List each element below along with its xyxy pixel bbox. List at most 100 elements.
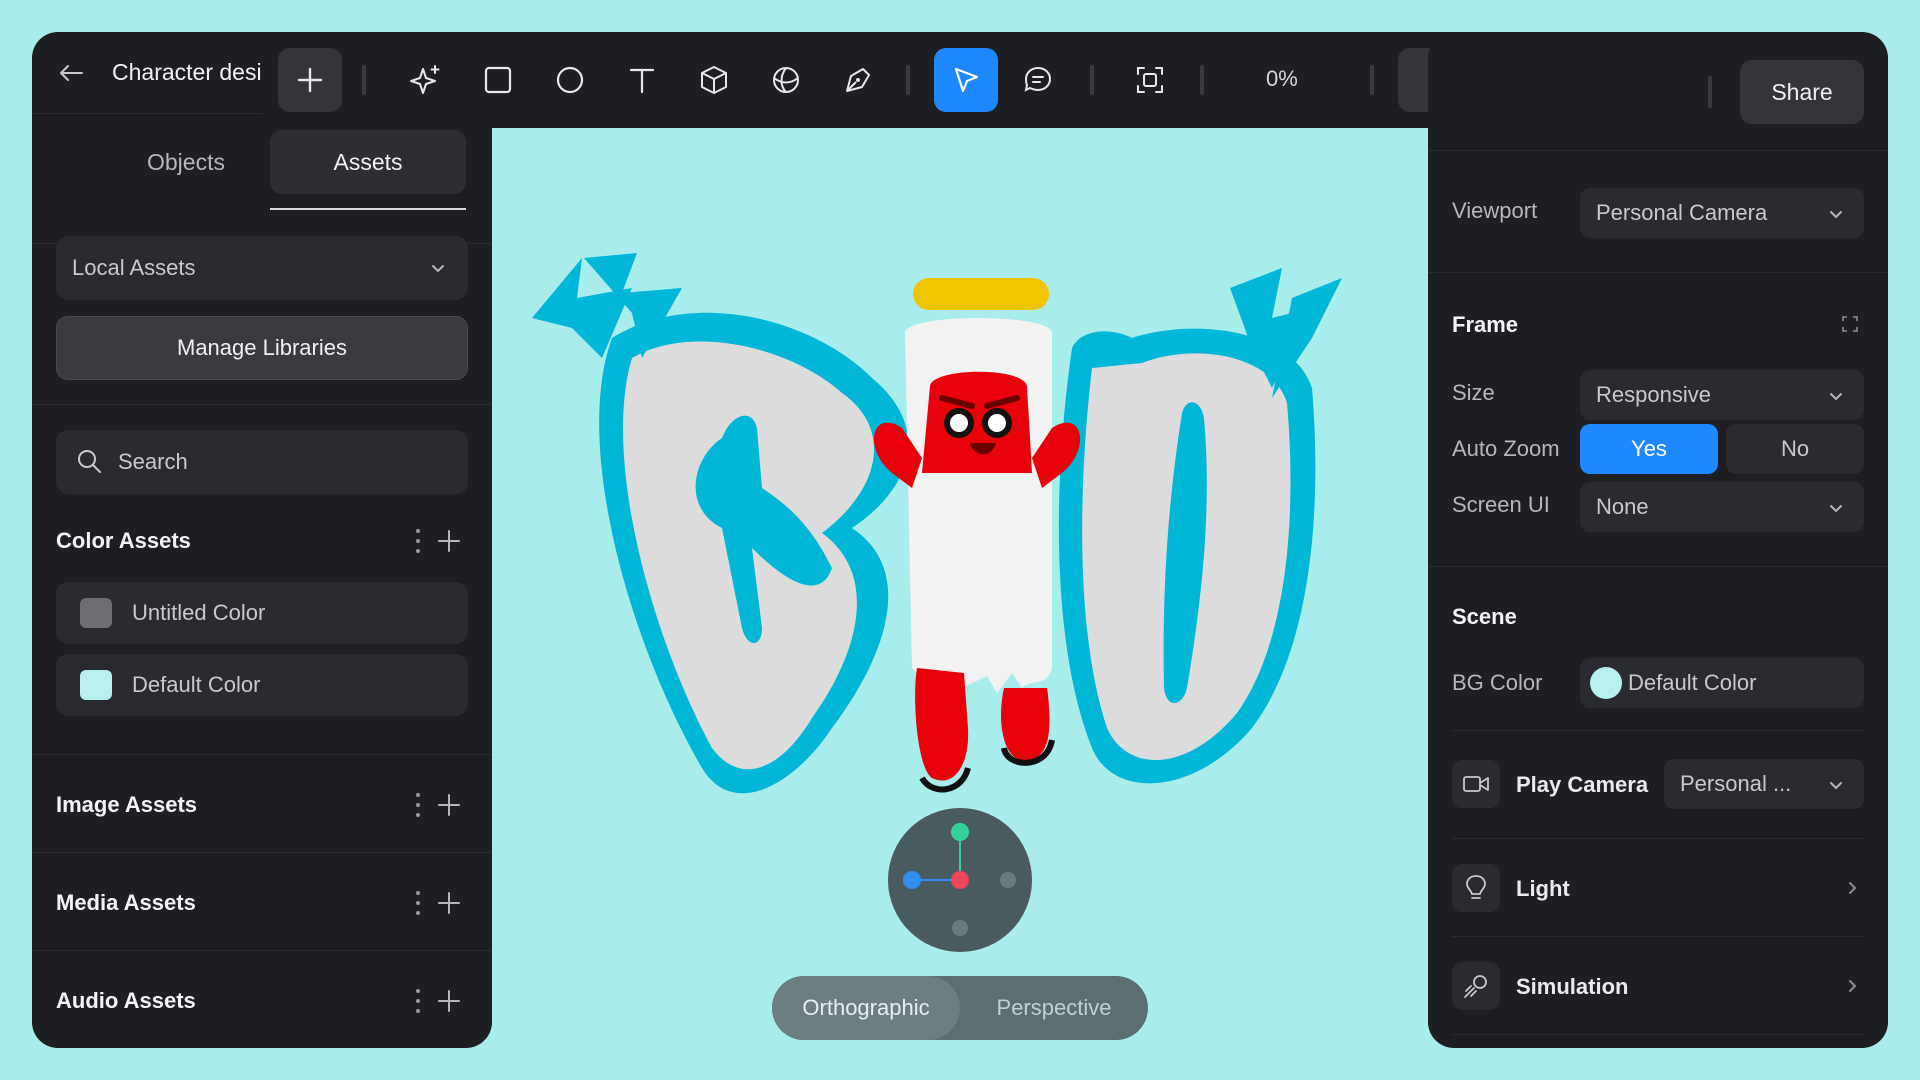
more-vertical-icon[interactable] [408, 790, 428, 820]
color-swatch [80, 598, 112, 628]
video-camera-icon [1463, 776, 1489, 792]
cube-icon [701, 66, 727, 94]
add-button[interactable] [278, 48, 342, 112]
plus-icon[interactable] [436, 792, 462, 818]
color-asset-name: Default Color [132, 672, 261, 697]
plus-icon[interactable] [436, 988, 462, 1014]
audio-assets-title: Audio Assets [56, 988, 196, 1013]
bg-color-value: Default Color [1628, 670, 1757, 695]
text-icon [629, 68, 655, 94]
3d-object-tool[interactable] [682, 48, 746, 112]
panel-tabs: Objects Assets [32, 130, 492, 244]
chevron-down-icon [1830, 782, 1842, 790]
arrow-left-icon[interactable] [56, 58, 86, 88]
toolbar-separator [362, 65, 366, 95]
frame-section-title: Frame [1452, 312, 1519, 337]
play-camera-label: Play Camera [1516, 772, 1649, 797]
divider [1428, 150, 1888, 151]
audio-assets-actions [408, 986, 468, 1016]
expand-icon[interactable] [1840, 314, 1860, 334]
simulation-label[interactable]: Simulation [1516, 974, 1628, 1000]
document-title[interactable]: Character desi [112, 59, 282, 86]
color-asset-item[interactable]: Default Color [56, 654, 468, 716]
simulation-icon-box [1452, 962, 1500, 1010]
select-tool[interactable] [934, 48, 998, 112]
perspective-option[interactable]: Perspective [960, 976, 1148, 1040]
asset-search-input[interactable]: Search [56, 430, 468, 494]
viewport-value: Personal Camera [1596, 200, 1768, 225]
right-panel: Share Viewport Personal Camera Frame Siz… [1428, 32, 1888, 1048]
divider [1428, 566, 1888, 567]
cursor-arrow-icon [954, 67, 979, 93]
globe-icon [773, 67, 799, 93]
play-camera-value: Personal ... [1680, 771, 1792, 796]
pen-tool[interactable] [826, 48, 890, 112]
frame-focus-icon [1137, 67, 1163, 93]
manage-libraries-button[interactable]: Manage Libraries [56, 316, 468, 380]
size-value: Responsive [1596, 382, 1711, 407]
more-vertical-icon[interactable] [408, 526, 428, 556]
plus-icon[interactable] [436, 528, 462, 554]
rectangle-tool[interactable] [466, 48, 530, 112]
light-icon-box [1452, 864, 1500, 912]
size-dropdown[interactable]: Responsive [1580, 370, 1864, 420]
circle-icon [556, 66, 584, 94]
tab-objects[interactable]: Objects [88, 130, 284, 194]
text-tool[interactable] [610, 48, 674, 112]
divider [1428, 272, 1888, 273]
divider [1452, 1034, 1864, 1035]
frame-fit-button[interactable] [1118, 48, 1182, 112]
orthographic-option[interactable]: Orthographic [772, 976, 960, 1040]
play-camera-dropdown[interactable]: Personal ... [1664, 759, 1864, 809]
share-button[interactable]: Share [1740, 60, 1864, 124]
search-icon [78, 450, 101, 473]
sphere-tool[interactable] [754, 48, 818, 112]
toolbar-separator [1090, 65, 1094, 95]
tab-assets[interactable]: Assets [270, 130, 466, 194]
character-model [873, 278, 1081, 793]
chevron-down-icon [432, 265, 444, 273]
more-vertical-icon[interactable] [408, 888, 428, 918]
left-panel: Character desi Objects Assets Local Asse… [32, 32, 492, 1048]
view-mode-toggle: Orthographic Perspective [772, 976, 1148, 1040]
zoom-level[interactable]: 0% [1266, 66, 1298, 92]
media-assets-actions [408, 888, 468, 918]
ai-magic-button[interactable] [394, 48, 458, 112]
active-tab-indicator [270, 208, 466, 210]
plus-icon[interactable] [436, 890, 462, 916]
orientation-gizmo[interactable] [888, 808, 1032, 952]
graffiti-letter-b [532, 253, 909, 794]
media-assets-title: Media Assets [56, 890, 196, 915]
sparkle-icon [410, 65, 440, 94]
chevron-right-icon[interactable] [1844, 880, 1860, 896]
viewport-dropdown[interactable]: Personal Camera [1580, 188, 1864, 238]
bg-color-field[interactable]: Default Color [1580, 658, 1864, 708]
more-vertical-icon[interactable] [408, 986, 428, 1016]
screen-ui-label: Screen UI [1452, 492, 1550, 517]
color-asset-item[interactable]: Untitled Color [56, 582, 468, 644]
toolbar-separator [1708, 76, 1712, 108]
size-label: Size [1452, 380, 1495, 405]
comment-tool[interactable] [1006, 48, 1070, 112]
auto-zoom-label: Auto Zoom [1452, 436, 1560, 461]
chevron-right-icon[interactable] [1844, 978, 1860, 994]
light-label[interactable]: Light [1516, 876, 1570, 902]
bg-color-swatch [1590, 667, 1622, 699]
toolbar-separator [1370, 65, 1374, 95]
bg-color-label: BG Color [1452, 670, 1543, 695]
toolbar-separator [906, 65, 910, 95]
auto-zoom-yes[interactable]: Yes [1580, 424, 1718, 474]
halo [913, 278, 1049, 310]
chevron-down-icon [1830, 211, 1842, 219]
plus-icon [297, 67, 323, 93]
color-assets-actions [408, 526, 468, 556]
divider [1452, 838, 1864, 839]
scene-section-title: Scene [1452, 604, 1517, 629]
auto-zoom-no[interactable]: No [1726, 424, 1864, 474]
screen-ui-dropdown[interactable]: None [1580, 482, 1864, 532]
axis-gizmo-icon [903, 823, 1016, 936]
play-camera-icon-box [1452, 760, 1500, 808]
simulation-icon [1464, 975, 1487, 998]
asset-source-dropdown[interactable]: Local Assets [56, 236, 468, 300]
ellipse-tool[interactable] [538, 48, 602, 112]
